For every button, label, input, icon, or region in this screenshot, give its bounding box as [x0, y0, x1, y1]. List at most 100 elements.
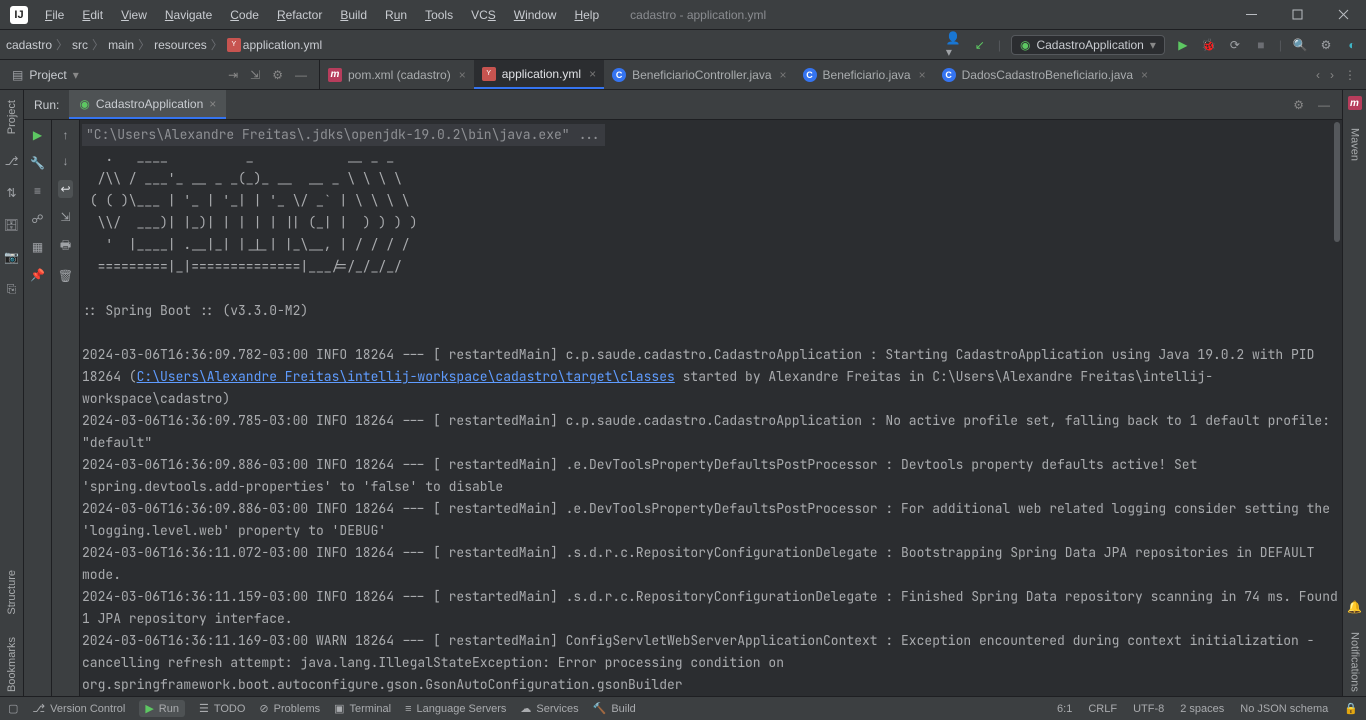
new-ui-icon[interactable]: ⎘ [3, 280, 21, 298]
status-position[interactable]: 6:1 [1057, 703, 1072, 715]
settings-icon[interactable]: ⚙ [1318, 37, 1334, 53]
lock-icon[interactable]: 🔒 [1344, 702, 1358, 715]
gear-icon[interactable]: ⚙ [1293, 98, 1304, 112]
status-line-sep[interactable]: CRLF [1088, 703, 1117, 715]
editor-tab[interactable]: C DadosCadastroBeneficiario.java × [934, 60, 1156, 89]
tab-list-icon[interactable]: ⋮ [1344, 68, 1356, 82]
database-tool-icon[interactable]: 🗄 [3, 216, 21, 234]
status-terminal[interactable]: ▣Terminal [334, 702, 391, 715]
status-services[interactable]: ☁Services [520, 702, 578, 715]
camera-icon[interactable]: 📷 [3, 248, 21, 266]
stop-icon[interactable]: ■ [1253, 37, 1269, 53]
editor-tab[interactable]: m pom.xml (cadastro) × [320, 60, 474, 89]
chevron-down-icon[interactable]: ▾ [73, 68, 79, 82]
menu-edit[interactable]: Edit [75, 5, 110, 25]
bell-icon[interactable]: 🔔 [1347, 600, 1362, 614]
status-schema[interactable]: No JSON schema [1240, 703, 1328, 715]
status-build[interactable]: 🔨Build [593, 702, 636, 715]
menu-code[interactable]: Code [223, 5, 266, 25]
close-icon[interactable]: × [209, 97, 216, 111]
status-version-control[interactable]: ⎇Version Control [32, 702, 125, 715]
menu-window[interactable]: Window [507, 5, 564, 25]
menu-run[interactable]: Run [378, 5, 414, 25]
bookmarks-tool-button[interactable]: Bookmarks [6, 633, 18, 696]
terminal-icon: ▣ [334, 702, 344, 715]
window-icon[interactable]: ▢ [8, 702, 18, 715]
close-icon[interactable]: × [459, 68, 466, 82]
search-icon[interactable]: 🔍 [1292, 37, 1308, 53]
editor-tab[interactable]: Y application.yml × [474, 60, 604, 89]
run-config-label: CadastroApplication [1036, 38, 1143, 52]
rerun-icon[interactable]: ▶ [33, 128, 42, 142]
java-class-icon: C [803, 68, 817, 82]
tab-next-icon[interactable]: › [1330, 68, 1334, 82]
menu-help[interactable]: Help [567, 5, 606, 25]
expand-all-icon[interactable]: ⇲ [250, 68, 260, 82]
soft-wrap-icon[interactable]: ↩ [58, 180, 72, 198]
print-icon[interactable]: 🖶 [60, 236, 71, 257]
pin-icon[interactable]: 📌 [30, 268, 45, 282]
hide-icon[interactable]: — [1318, 98, 1330, 112]
gear-icon[interactable]: ⚙ [272, 68, 283, 82]
menu-navigate[interactable]: Navigate [158, 5, 219, 25]
select-opened-icon[interactable]: ⇥ [228, 68, 238, 82]
crumb[interactable]: application.yml [243, 38, 322, 52]
structure-tool-button[interactable]: Structure [6, 566, 18, 619]
project-tool-button[interactable]: Project [6, 96, 18, 138]
actuator-icon[interactable]: ≡ [34, 184, 41, 198]
project-label[interactable]: Project [29, 68, 66, 82]
close-icon[interactable]: × [919, 68, 926, 82]
menu-build[interactable]: Build [333, 5, 374, 25]
close-icon[interactable]: × [1141, 68, 1148, 82]
menu-file[interactable]: File [38, 5, 71, 25]
commit-tool-icon[interactable]: ⎇ [3, 152, 21, 170]
maven-icon: m [328, 68, 342, 82]
menu-vcs[interactable]: VCS [464, 5, 503, 25]
configure-icon[interactable]: 🔧 [30, 156, 45, 170]
hide-icon[interactable]: — [295, 68, 307, 82]
status-problems[interactable]: ⊘Problems [259, 702, 320, 715]
layout-icon[interactable]: ▦ [32, 240, 43, 254]
coverage-icon[interactable]: ⟳ [1227, 37, 1243, 53]
ai-assistant-icon[interactable]: ◐ [1344, 37, 1360, 53]
maximize-button[interactable] [1274, 0, 1320, 30]
clear-icon[interactable]: 🗑 [58, 269, 73, 283]
user-add-icon[interactable]: 👤▾ [946, 37, 962, 53]
scrollbar-vertical[interactable] [1332, 120, 1342, 696]
beans-icon[interactable]: ☍ [31, 212, 43, 226]
status-indent[interactable]: 2 spaces [1180, 703, 1224, 715]
vcs-update-icon[interactable]: ↙ [972, 37, 988, 53]
close-icon[interactable]: × [589, 67, 596, 81]
menu-view[interactable]: View [114, 5, 154, 25]
crumb[interactable]: src [72, 38, 88, 52]
run-config-selector[interactable]: ◉ CadastroApplication ▾ [1011, 35, 1165, 55]
close-icon[interactable]: × [780, 68, 787, 82]
crumb[interactable]: cadastro [6, 38, 52, 52]
maven-tool-button[interactable]: Maven [1349, 124, 1361, 165]
run-icon[interactable]: ▶ [1175, 37, 1191, 53]
status-lang-servers[interactable]: ≡Language Servers [405, 703, 506, 715]
console-link[interactable]: C:\Users\Alexandre Freitas\intellij-work… [137, 368, 675, 385]
status-run[interactable]: ▶Run [139, 700, 185, 717]
crumb[interactable]: resources [154, 38, 207, 52]
run-tab[interactable]: ◉ CadastroApplication × [69, 90, 226, 119]
status-encoding[interactable]: UTF-8 [1133, 703, 1164, 715]
editor-tab[interactable]: C BeneficiarioController.java × [604, 60, 794, 89]
console-output[interactable]: "C:\Users\Alexandre Freitas\.jdks\openjd… [80, 120, 1342, 696]
menu-tools[interactable]: Tools [418, 5, 460, 25]
pull-request-icon[interactable]: ⇅ [3, 184, 21, 202]
close-button[interactable] [1320, 0, 1366, 30]
status-todo[interactable]: ☰TODO [199, 702, 245, 715]
menu-refactor[interactable]: Refactor [270, 5, 329, 25]
console-command: "C:\Users\Alexandre Freitas\.jdks\openjd… [82, 124, 605, 146]
debug-icon[interactable]: 🐞 [1201, 37, 1217, 53]
down-icon[interactable]: ↓ [63, 154, 69, 168]
notifications-tool-button[interactable]: Notifications [1349, 628, 1361, 696]
crumb[interactable]: main [108, 38, 134, 52]
up-icon[interactable]: ↑ [63, 128, 69, 142]
console-line: 2024-03-06T16:36:09.886-03:00 INFO 18264… [82, 498, 1340, 542]
scroll-end-icon[interactable]: ⇲ [60, 210, 70, 224]
editor-tab[interactable]: C Beneficiario.java × [795, 60, 934, 89]
minimize-button[interactable] [1228, 0, 1274, 30]
tab-prev-icon[interactable]: ‹ [1316, 68, 1320, 82]
